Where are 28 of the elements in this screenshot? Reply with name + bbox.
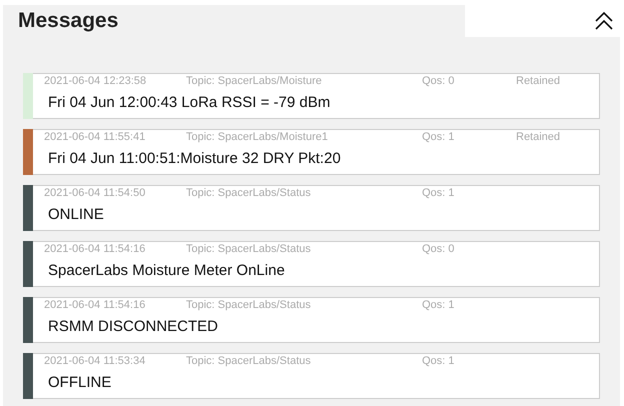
message-qos: Qos: 1 [422, 187, 456, 201]
message-topic: Topic: SpacerLabs/Moisture1 [186, 131, 329, 145]
message-topic: Topic: SpacerLabs/Status [186, 355, 312, 369]
message-payload: Fri 04 Jun 12:00:43 LoRa RSSI = -79 dBm [47, 93, 332, 111]
message-timestamp: 2021-06-04 11:54:16 [44, 299, 146, 313]
message-topic: Topic: SpacerLabs/Status [186, 243, 312, 257]
message-qos: Qos: 1 [422, 299, 456, 313]
message-qos: Qos: 0 [422, 75, 456, 89]
message-timestamp: 2021-06-04 11:54:16 [44, 243, 146, 257]
panel-title: Messages [17, 8, 120, 34]
collapse-icon[interactable] [594, 10, 614, 32]
message-payload: OFFLINE [47, 373, 112, 391]
message-timestamp: 2021-06-04 12:23:58 [44, 75, 148, 89]
message-timestamp: 2021-06-04 11:53:34 [44, 355, 146, 369]
message-qos: Qos: 0 [422, 243, 456, 257]
retained-label: Retained [516, 131, 562, 145]
message-payload: SpacerLabs Moisture Meter OnLine [47, 261, 286, 279]
message-qos: Qos: 1 [422, 131, 456, 145]
message-topic: Topic: SpacerLabs/Status [186, 299, 312, 313]
message-payload: ONLINE [47, 205, 105, 223]
message-timestamp: 2021-06-04 11:54:50 [44, 187, 146, 201]
retained-label: Retained [516, 75, 562, 89]
message-timestamp: 2021-06-04 11:55:41 [44, 131, 146, 145]
message-qos: Qos: 1 [422, 355, 456, 369]
message-payload: RSMM DISCONNECTED [47, 317, 220, 335]
message-topic: Topic: SpacerLabs/Moisture [186, 75, 323, 89]
message-payload: Fri 04 Jun 11:00:51:Moisture 32 DRY Pkt:20 [47, 149, 342, 167]
message-topic: Topic: SpacerLabs/Status [186, 187, 312, 201]
